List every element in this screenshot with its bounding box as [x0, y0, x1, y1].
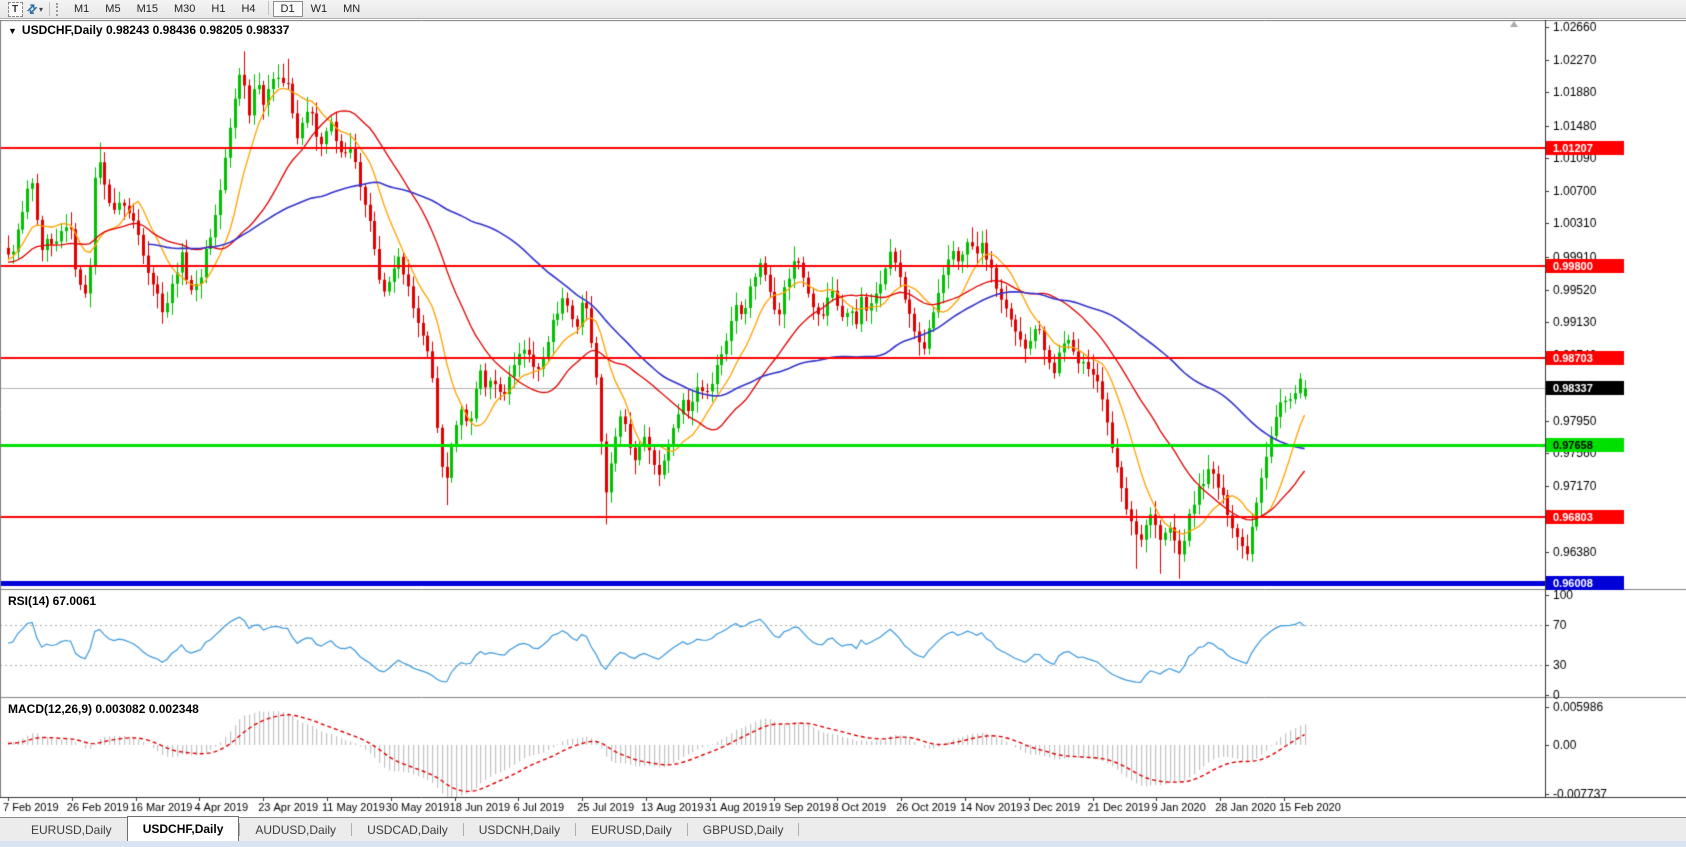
top-toolbar: T ⇄ ▾ M1 M5 M15 M30 H1 H4 D1 W1 MN — [0, 0, 1686, 19]
timeframe-button-group: M1 M5 M15 M30 H1 H4 D1 W1 MN — [66, 1, 368, 17]
window-bottom-strip — [0, 841, 1686, 847]
timeframe-m15[interactable]: M15 — [129, 1, 166, 17]
bottom-tab-eurusd-5[interactable]: EURUSD,Daily — [576, 818, 687, 841]
bottom-tab-gbpusd-6[interactable]: GBPUSD,Daily — [688, 818, 799, 841]
macd-indicator-label: MACD(12,26,9) 0.003082 0.002348 — [8, 702, 199, 716]
timeframe-mn[interactable]: MN — [335, 1, 368, 17]
chart-title-text: USDCHF,Daily 0.98243 0.98436 0.98205 0.9… — [21, 23, 290, 37]
toolbar-separator — [49, 2, 50, 16]
timeframe-m5[interactable]: M5 — [97, 1, 128, 17]
bottom-tab-usdcnh-4[interactable]: USDCNH,Daily — [464, 818, 575, 841]
timeframe-h1[interactable]: H1 — [203, 1, 233, 17]
timeframe-m1[interactable]: M1 — [66, 1, 97, 17]
bottom-tab-eurusd-0[interactable]: EURUSD,Daily — [16, 818, 127, 841]
bottom-tab-audusd-2[interactable]: AUDUSD,Daily — [240, 818, 351, 841]
tab-separator — [798, 823, 800, 836]
price-chart-canvas[interactable] — [0, 20, 1686, 817]
collapse-indicator-list-icon[interactable]: ▼ — [8, 26, 17, 36]
timeframe-w1[interactable]: W1 — [303, 1, 336, 17]
toolbar-separator — [267, 1, 269, 15]
text-tool-icon: T — [7, 1, 23, 17]
timeframe-m30[interactable]: M30 — [166, 1, 203, 17]
text-tool-button[interactable]: T — [6, 1, 24, 17]
toolbar-grip[interactable] — [56, 2, 61, 16]
timeframe-h4[interactable]: H4 — [233, 1, 263, 17]
arrows-icon: ⇄ — [23, 0, 41, 18]
rsi-indicator-label: RSI(14) 67.0061 — [8, 594, 97, 608]
chart-tab-bar: EURUSD,Daily USDCHF,Daily AUDUSD,Daily USDC… — [0, 816, 1686, 841]
timeframe-d1[interactable]: D1 — [272, 1, 303, 17]
chart-title: ▼ USDCHF,Daily 0.98243 0.98436 0.98205 0.… — [8, 23, 289, 37]
bottom-tab-usdchf-1[interactable]: USDCHF,Daily — [126, 816, 240, 841]
bottom-tab-usdcad-3[interactable]: USDCAD,Daily — [352, 818, 463, 841]
arrange-windows-button[interactable]: ⇄ ▾ — [23, 0, 44, 18]
